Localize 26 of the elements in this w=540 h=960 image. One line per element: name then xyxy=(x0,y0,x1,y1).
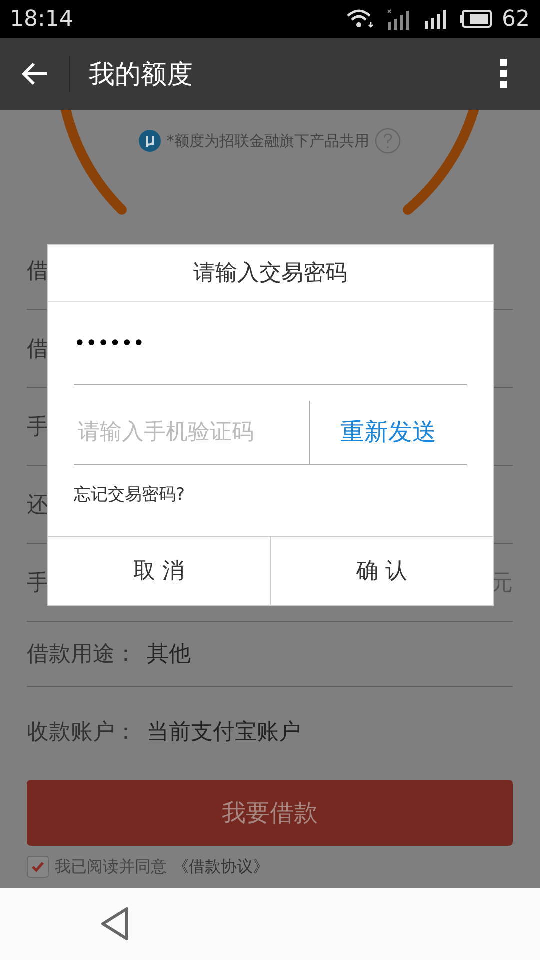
form-label: 手 xyxy=(27,570,49,598)
check-icon xyxy=(31,861,45,873)
form-label: 还 xyxy=(27,492,49,520)
form-value: 当前支付宝账户 xyxy=(147,719,301,747)
battery-icon xyxy=(460,10,492,28)
wifi-icon xyxy=(346,9,376,29)
mu-logo-icon xyxy=(138,130,161,152)
more-icon[interactable] xyxy=(500,59,508,89)
form-label: 手 xyxy=(27,414,49,442)
form-label: 借 xyxy=(27,258,49,286)
dialog-title: 请输入交易密码 xyxy=(48,245,493,302)
form-label: 收款账户： xyxy=(27,719,137,747)
quota-note: *额度为招联金融旗下产品共用 xyxy=(166,132,370,150)
back-triangle-icon[interactable] xyxy=(100,907,130,941)
agreement-checkbox[interactable] xyxy=(27,856,49,878)
form-label: 借 xyxy=(27,336,49,364)
form-label: 借款用途： xyxy=(27,641,137,669)
status-time: 18:14 xyxy=(10,6,74,32)
form-value: 其他 xyxy=(147,641,191,669)
forgot-password-link[interactable]: 忘记交易密码? xyxy=(74,483,186,506)
back-icon[interactable] xyxy=(21,62,49,86)
password-field[interactable]: •••••• xyxy=(74,302,467,385)
resend-button[interactable]: 重新发送 xyxy=(310,385,467,464)
page-title: 我的额度 xyxy=(89,58,194,92)
agreement-text: 我已阅读并同意 xyxy=(55,856,167,878)
battery-level: 62 xyxy=(502,6,530,32)
